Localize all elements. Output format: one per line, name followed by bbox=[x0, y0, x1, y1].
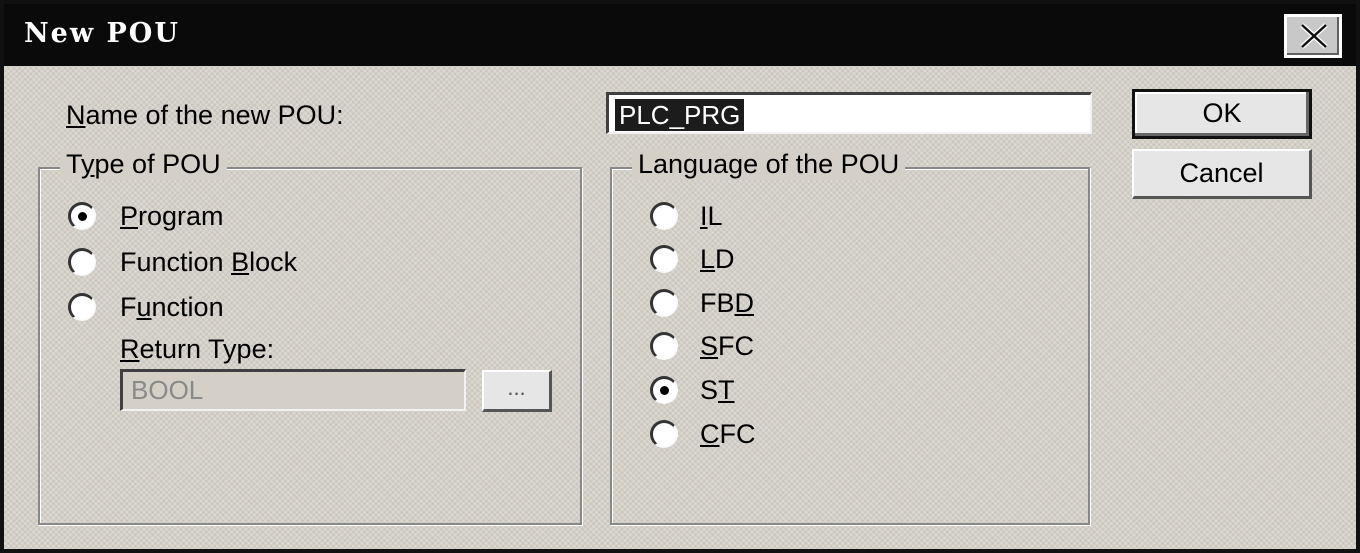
option-function-label[interactable]: Function bbox=[120, 292, 224, 323]
option-st-label[interactable]: ST bbox=[700, 375, 735, 406]
option-il-label[interactable]: IL bbox=[700, 201, 723, 232]
name-label: Name of the new POU: bbox=[66, 100, 344, 130]
radio-sfc[interactable] bbox=[650, 332, 678, 360]
return-type-input: BOOL bbox=[120, 369, 466, 411]
radio-st[interactable] bbox=[650, 376, 678, 404]
language-of-pou-title: Language of the POU bbox=[632, 149, 906, 180]
ok-button[interactable]: OK bbox=[1132, 89, 1312, 139]
radio-program[interactable] bbox=[68, 202, 96, 230]
return-type-label: Return Type: bbox=[120, 334, 275, 364]
option-sfc-label[interactable]: SFC bbox=[700, 331, 754, 362]
option-ld-label[interactable]: LD bbox=[700, 244, 735, 275]
type-of-pou-title: Type of POU bbox=[60, 149, 227, 180]
option-fbd-label[interactable]: FBD bbox=[700, 288, 754, 319]
radio-selected-dot bbox=[78, 212, 87, 221]
radio-selected-dot bbox=[660, 386, 669, 395]
radio-fbd[interactable] bbox=[650, 289, 678, 317]
option-cfc-label[interactable]: CFC bbox=[700, 419, 756, 450]
close-button[interactable] bbox=[1284, 14, 1342, 58]
title-bar[interactable]: New POU bbox=[4, 4, 1356, 66]
browse-return-type-button: ... bbox=[482, 370, 552, 412]
option-function-block-label[interactable]: Function Block bbox=[120, 247, 297, 278]
option-program-label[interactable]: Program bbox=[120, 201, 224, 232]
radio-function-block[interactable] bbox=[68, 248, 96, 276]
cancel-button[interactable]: Cancel bbox=[1132, 149, 1312, 199]
language-of-pou-group: Language of the POU bbox=[610, 149, 1090, 525]
dialog-title: New POU bbox=[24, 18, 180, 49]
pou-name-input[interactable]: PLC_PRG bbox=[606, 92, 1092, 134]
radio-cfc[interactable] bbox=[650, 420, 678, 448]
close-icon bbox=[1300, 23, 1328, 49]
radio-il[interactable] bbox=[650, 202, 678, 230]
radio-function[interactable] bbox=[68, 293, 96, 321]
pou-name-value: PLC_PRG bbox=[615, 99, 745, 131]
radio-ld[interactable] bbox=[650, 245, 678, 273]
new-pou-dialog: New POU Name of the new POU: PLC_PRG OK … bbox=[0, 0, 1360, 553]
